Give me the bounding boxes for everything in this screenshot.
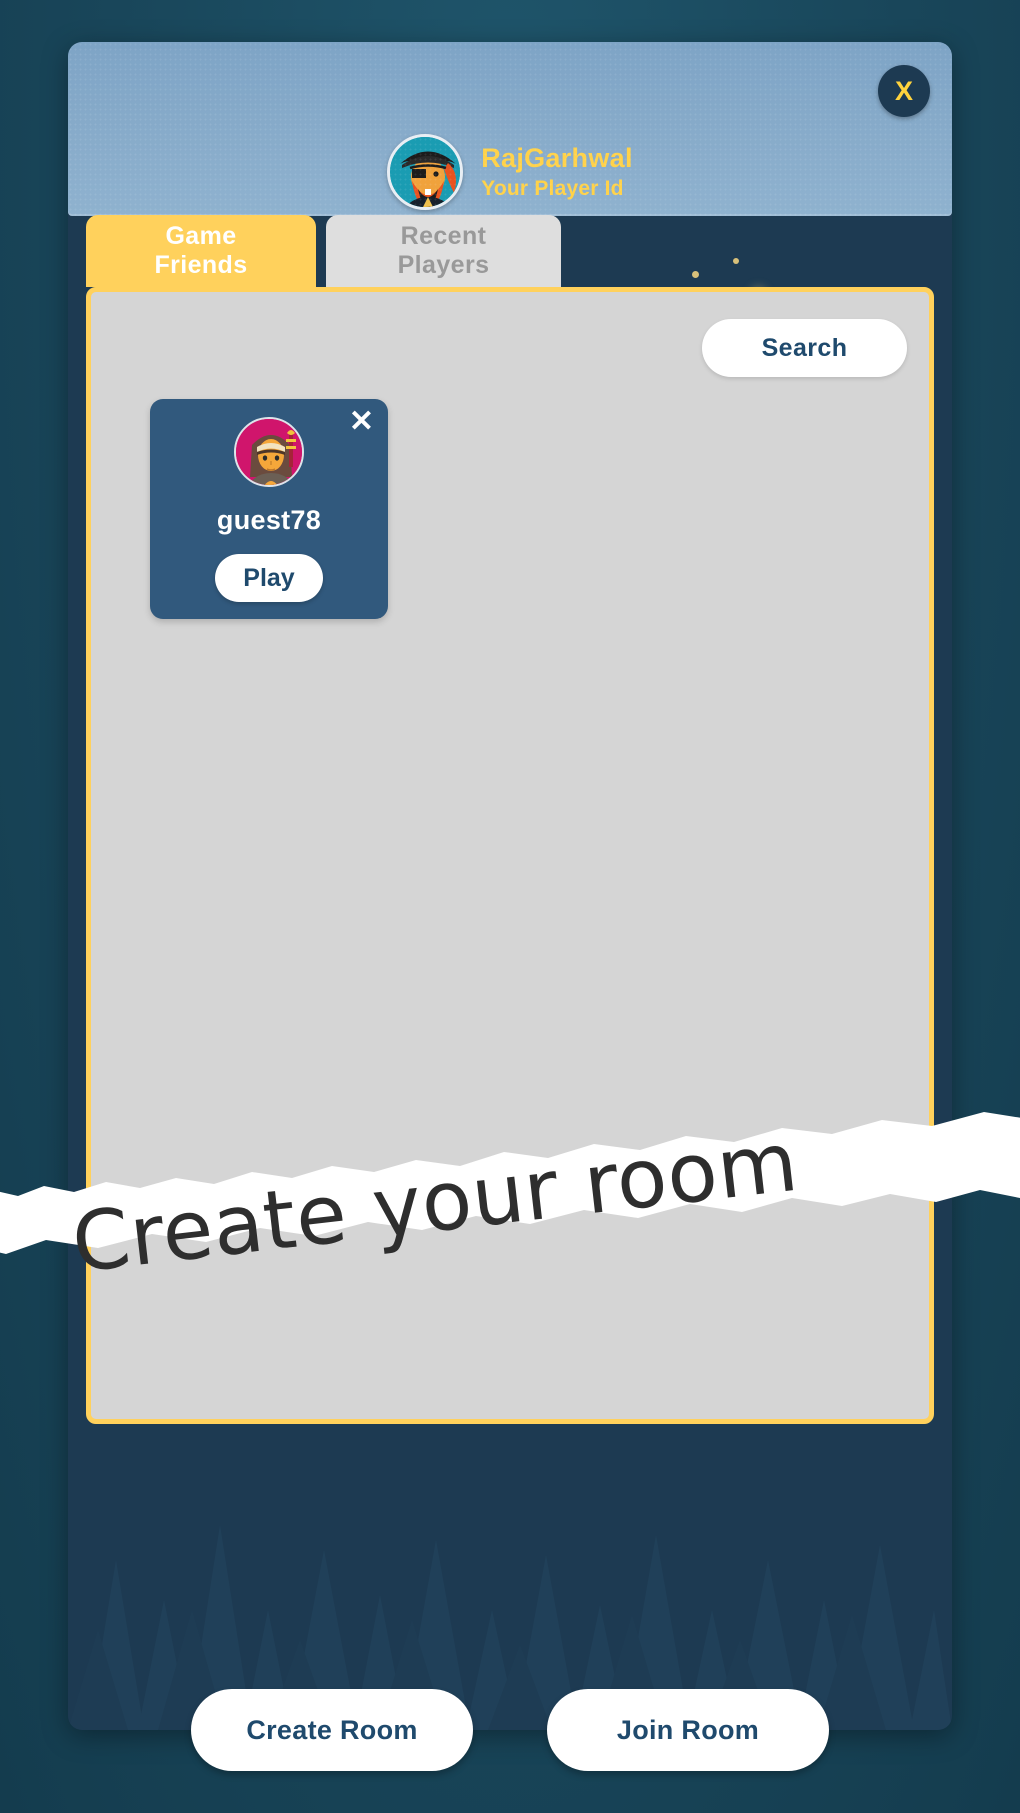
main-panel: X RajGarhwal Your Player Id Game Friends… [68, 42, 952, 1730]
join-room-button[interactable]: Join Room [547, 1689, 829, 1771]
firefly-dot [692, 271, 699, 278]
player-id-label: Your Player Id [481, 177, 624, 200]
profile-header: X RajGarhwal Your Player Id [68, 42, 952, 216]
profile-text: RajGarhwal Your Player Id [481, 143, 633, 200]
room-actions-bar: Create Room Join Room [0, 1689, 1020, 1771]
friend-card[interactable]: ✕ guest78 Play [150, 399, 388, 619]
profile-block: RajGarhwal Your Player Id [68, 134, 952, 210]
remove-friend-icon[interactable]: ✕ [345, 403, 378, 441]
play-button[interactable]: Play [215, 554, 323, 602]
close-icon[interactable]: X [878, 65, 930, 117]
monk-avatar-icon [234, 417, 304, 487]
firefly-dot [733, 258, 739, 264]
create-room-button[interactable]: Create Room [191, 1689, 473, 1771]
player-name: RajGarhwal [481, 143, 633, 173]
tab-game-friends[interactable]: Game Friends [86, 215, 316, 287]
tab-recent-players[interactable]: Recent Players [326, 215, 561, 287]
pirate-avatar-icon [387, 134, 464, 210]
search-button[interactable]: Search [702, 319, 907, 377]
tab-bar: Game Friends Recent Players [86, 215, 561, 287]
friends-content-panel: Search ✕ guest78 Play [86, 287, 934, 1424]
friend-name: guest78 [216, 505, 322, 535]
